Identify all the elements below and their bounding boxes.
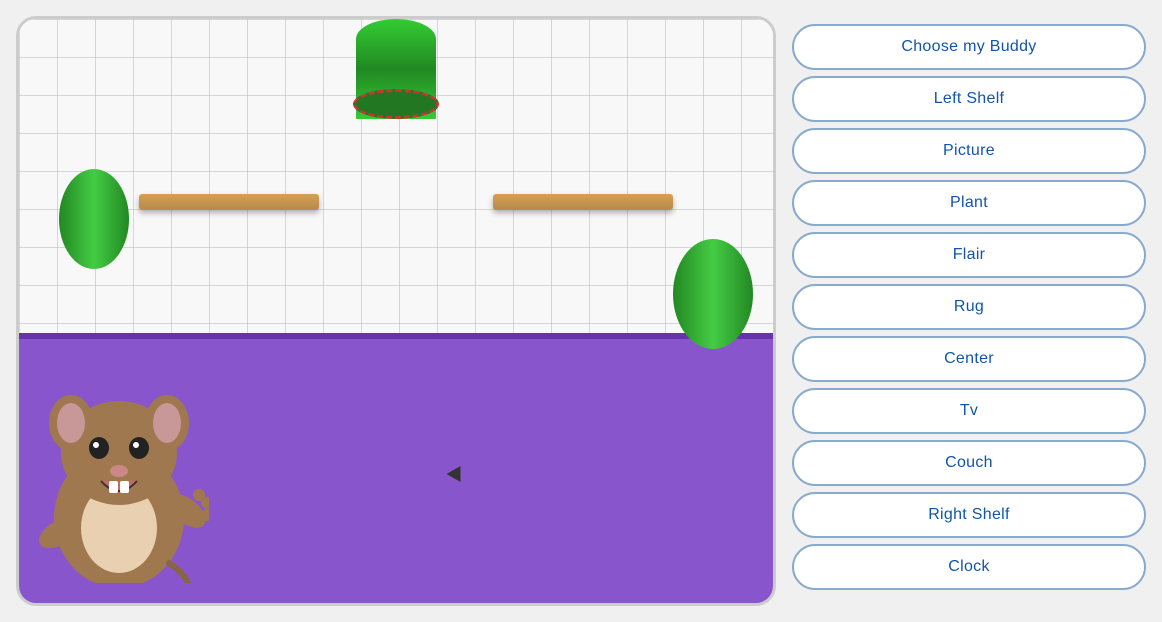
menu-btn-clock[interactable]: Clock <box>792 544 1146 590</box>
menu-btn-picture[interactable]: Picture <box>792 128 1146 174</box>
menu-btn-right-shelf[interactable]: Right Shelf <box>792 492 1146 538</box>
menu-btn-center[interactable]: Center <box>792 336 1146 382</box>
left-tube <box>59 169 129 269</box>
game-area <box>16 16 776 606</box>
menu-btn-choose-buddy[interactable]: Choose my Buddy <box>792 24 1146 70</box>
menu-btn-rug[interactable]: Rug <box>792 284 1146 330</box>
menu-btn-couch[interactable]: Couch <box>792 440 1146 486</box>
menu-btn-flair[interactable]: Flair <box>792 232 1146 278</box>
right-shelf-item <box>493 194 673 210</box>
top-tube <box>356 19 436 119</box>
left-shelf-item <box>139 194 319 210</box>
sidebar: Choose my Buddy Left Shelf Picture Plant Fla… <box>792 16 1146 590</box>
menu-btn-tv[interactable]: Tv <box>792 388 1146 434</box>
menu-btn-left-shelf[interactable]: Left Shelf <box>792 76 1146 122</box>
menu-btn-plant[interactable]: Plant <box>792 180 1146 226</box>
main-container: Choose my Buddy Left Shelf Picture Plant Fla… <box>0 0 1162 622</box>
right-tube <box>673 239 753 349</box>
rat-character <box>29 363 209 583</box>
